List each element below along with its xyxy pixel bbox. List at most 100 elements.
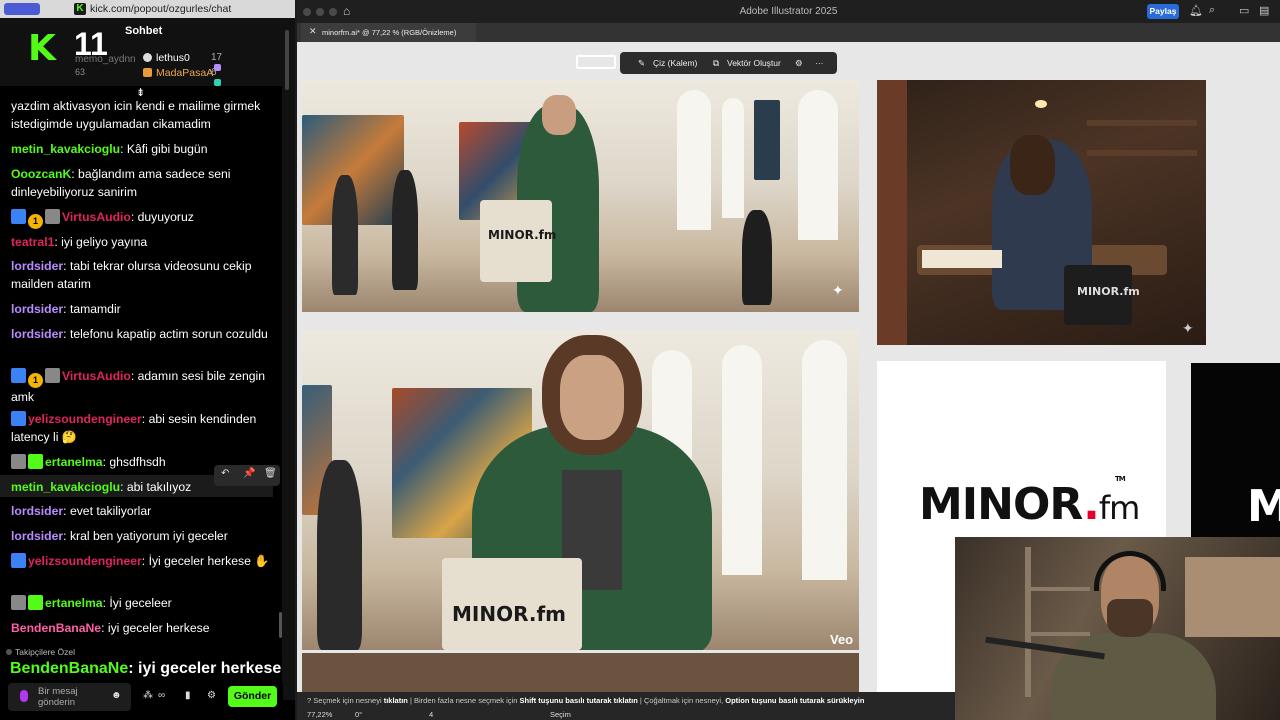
message-text: duyuyoruz: [137, 210, 194, 224]
username[interactable]: VirtusAudio: [62, 369, 131, 383]
share-button[interactable]: Paylaş: [1147, 4, 1179, 19]
title-bar: ⌂ Adobe Illustrator 2025 Paylaş 🔔︎ ⌕ ▭ ▤: [297, 0, 1280, 23]
url-text[interactable]: kick.com/popout/ozgurles/chat: [90, 3, 231, 15]
bookmark-icon[interactable]: ▮: [185, 690, 191, 701]
gear-icon[interactable]: ⚙: [207, 690, 216, 701]
emote-picker-icon[interactable]: ⁂: [143, 690, 153, 701]
sidebar-toggle-icon[interactable]: [4, 3, 40, 15]
message-text: iyi geliyo yayına: [61, 235, 148, 249]
list-item: lordsider: telefonu kapatip actim sorun …: [11, 327, 268, 341]
list-item: lordsider: kral ben yatiyorum iyi gecele…: [11, 529, 228, 543]
arrange-icon[interactable]: ▤: [1259, 4, 1269, 17]
draw-pen-button[interactable]: Çiz (Kalem): [653, 58, 697, 68]
top-user-icon: [143, 53, 152, 62]
infinity-icon[interactable]: ∞: [158, 690, 165, 701]
artboard-navigator[interactable]: 4: [429, 710, 433, 719]
list-item: 1 VirtusAudio: duyuyoruz: [11, 208, 277, 229]
kick-favicon-icon: K: [74, 3, 86, 15]
delete-icon[interactable]: 🗑: [264, 468, 277, 479]
sub-gift-badge-icon: [28, 454, 43, 469]
username[interactable]: VirtusAudio: [62, 210, 131, 224]
document-tab-bar: ✕ minorfm.ai* @ 77,22 % (RGB/Önizleme): [297, 23, 1280, 42]
username[interactable]: yelizsoundengineer: [28, 554, 142, 568]
selected-path-sketch[interactable]: [576, 55, 616, 69]
top-user[interactable]: MadaPasaA 6: [143, 67, 221, 86]
top-user-count: 6: [211, 67, 221, 89]
list-item: yazdim aktivasyon icin kendi e mailime g…: [11, 97, 277, 133]
list-item: yelizsoundengineer: İyi geceler herkese …: [11, 552, 277, 570]
sub-gift-badge-icon: [28, 595, 43, 610]
image-portrait-woman[interactable]: MINOR.fm Veo: [302, 330, 859, 650]
search-icon[interactable]: ⌕: [1209, 4, 1215, 17]
logo-letter: M: [1247, 481, 1280, 532]
reply-icon[interactable]: ↶: [221, 468, 229, 479]
webcam-overlay: [955, 537, 1280, 720]
list-item: lordsider: evet takiliyorlar: [11, 504, 152, 518]
scrollbar-thumb[interactable]: [285, 30, 289, 90]
moderator-badge-icon: [11, 209, 26, 224]
bag-logo-text: MINOR.fm: [1077, 285, 1140, 298]
message-text: Kâfi gibi bugün: [126, 142, 208, 156]
sparkle-icon: ✦: [1182, 320, 1194, 336]
followers-only-label: Takipçilere Özel: [6, 647, 75, 657]
image-gallery-woman[interactable]: MINOR.fm ✦: [302, 80, 859, 312]
vector-icon: ⧉: [713, 58, 720, 68]
create-vector-button[interactable]: Vektör Oluştur: [727, 58, 781, 68]
settings-icon[interactable]: ⚙: [795, 58, 803, 69]
moderator-badge-icon: [11, 411, 26, 426]
rotation-select[interactable]: 0°: [355, 710, 362, 719]
bag-logo-text: MINOR.fm: [452, 602, 566, 626]
workspace-icon[interactable]: ▭: [1239, 4, 1249, 17]
image-cafe-woman[interactable]: MINOR.fm ✦: [877, 80, 1206, 345]
tab-document[interactable]: ✕ minorfm.ai* @ 77,22 % (RGB/Önizleme): [301, 23, 476, 42]
bag-logo-text: MINOR.fm: [488, 228, 557, 242]
kick-logo-icon: K: [28, 28, 56, 69]
username[interactable]: ertanelma: [45, 596, 103, 610]
list-item: BendenBanaNe: iyi geceler herkese: [11, 621, 210, 635]
bell-icon[interactable]: 🔔︎: [1189, 4, 1203, 17]
subscriber-badge-icon: 1: [28, 373, 43, 388]
username[interactable]: BendenBanaNe: [11, 621, 101, 635]
username[interactable]: teatral1: [11, 235, 54, 249]
username[interactable]: OoozcanK: [11, 167, 71, 181]
username[interactable]: lordsider: [11, 302, 63, 316]
message-text: abi takılıyoz: [126, 480, 192, 494]
gem-icon: [214, 79, 221, 86]
message-input-placeholder: Bir mesaj gönderin: [38, 686, 78, 708]
scrollbar-thumb-lower[interactable]: [279, 612, 282, 638]
ghost-count: 63: [75, 67, 86, 77]
browser-url-bar: K kick.com/popout/ozgurles/chat: [0, 0, 295, 18]
pencil-icon: ✎: [638, 58, 646, 68]
message-text: İyi geceleer: [109, 596, 172, 610]
contextual-task-bar: ✎ Çiz (Kalem) ⧉ Vektör Oluştur ⚙ ···: [620, 52, 837, 74]
close-tab-icon[interactable]: ✕: [309, 26, 317, 37]
moderator-badge-icon: [11, 553, 26, 568]
gifter-badge-icon: [11, 595, 26, 610]
emoji-icon[interactable]: ☻: [111, 690, 122, 701]
username[interactable]: metin_kavakcioglu: [11, 142, 120, 156]
username[interactable]: lordsider: [11, 327, 63, 341]
pin-icon[interactable]: 📌: [243, 468, 255, 479]
overlay-text: iyi geceler herkese: [138, 660, 282, 677]
username[interactable]: yelizsoundengineer: [28, 412, 142, 426]
chat-scrollbar[interactable]: [282, 18, 295, 700]
more-options-button[interactable]: ···: [815, 58, 824, 68]
tool-mode-select[interactable]: Seçim: [550, 710, 571, 719]
top-user-name: lethus0: [156, 52, 190, 64]
username[interactable]: lordsider: [11, 529, 63, 543]
stream-overlay-message: BendenBanaNe: iyi geceler herkese: [10, 660, 282, 677]
gifter-badge-icon: [45, 209, 60, 224]
list-item: lordsider: tamamdir: [11, 302, 121, 316]
username[interactable]: metin_kavakcioglu: [11, 480, 120, 494]
list-item: OoozcanK: bağlandım ama sadece seni dinl…: [11, 167, 231, 199]
username[interactable]: lordsider: [11, 504, 63, 518]
send-button[interactable]: Gönder: [228, 686, 277, 707]
username[interactable]: lordsider: [11, 259, 63, 273]
ghost-username: memo_aydnn: [75, 54, 136, 65]
username[interactable]: ertanelma: [45, 455, 103, 469]
top-user[interactable]: lethus0 17: [143, 52, 222, 71]
microphone-icon[interactable]: [20, 690, 28, 702]
zoom-select[interactable]: 77,22%: [307, 710, 332, 719]
top-user-name: MadaPasaA: [156, 67, 214, 79]
image-strip[interactable]: [302, 653, 859, 692]
